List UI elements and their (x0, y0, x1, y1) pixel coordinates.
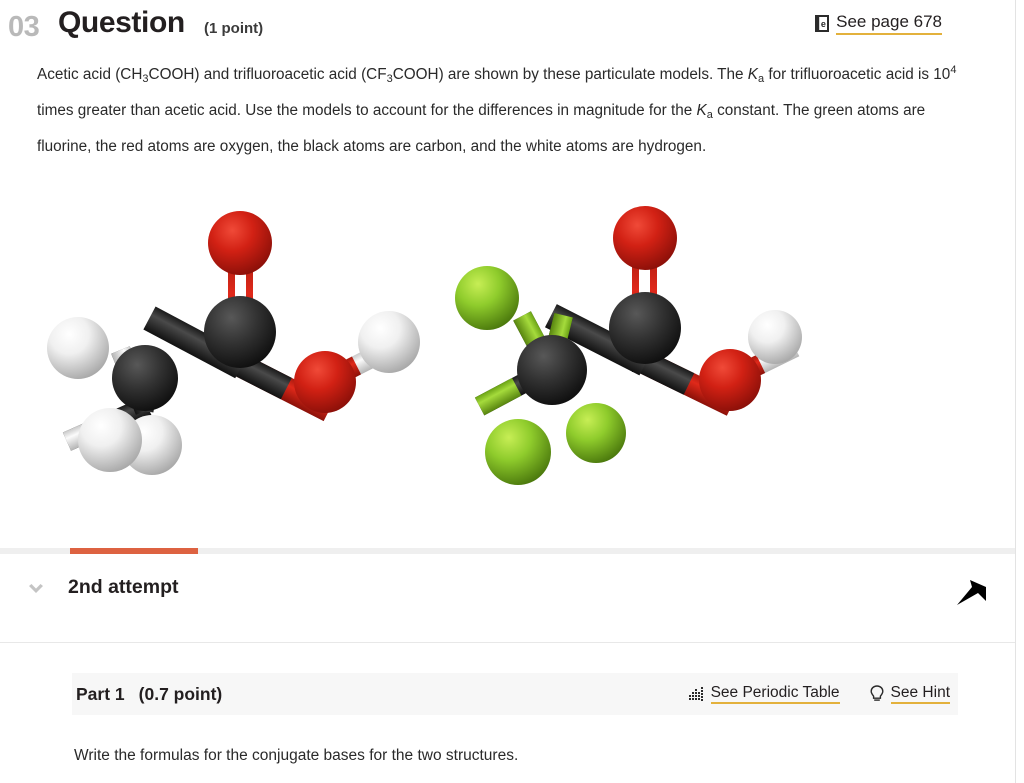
atom-hydrogen (358, 311, 420, 373)
question-text-run-0: Acetic acid (CH (37, 66, 143, 83)
question-text-run-2: COOH) and trifluoroacetic acid (CF (148, 66, 387, 83)
part-header: Part 1 (0.7 point) See Periodic Table Se… (72, 673, 958, 715)
atom-hydrogen (47, 317, 109, 379)
question-text-run-5: K (747, 66, 758, 83)
page-right-border (1015, 0, 1016, 783)
atom-oxygen (699, 349, 761, 411)
atom-fluorine (455, 266, 519, 330)
ebook-icon: e (815, 15, 830, 33)
atom-fluorine (566, 403, 626, 463)
periodic-table-icon (688, 686, 704, 701)
question-points: (1 point) (204, 20, 264, 37)
molecule-acetic-acid (47, 211, 420, 475)
see-periodic-table-button[interactable]: See Periodic Table (688, 684, 840, 705)
atom-carbon (204, 296, 276, 368)
question-text: Acetic acid (CH3COOH) and trifluoroaceti… (37, 55, 967, 162)
question-header: 03 Question (1 point) e See page 678 (8, 6, 1008, 50)
atom-oxygen (613, 206, 677, 270)
particulate-models-figure (0, 190, 1015, 530)
question-text-run-4: COOH) are shown by these particulate mod… (392, 66, 748, 83)
part-title: Part 1 (76, 683, 125, 704)
lightbulb-icon (870, 685, 884, 703)
see-page-link[interactable]: e See page 678 (815, 13, 942, 35)
question-number: 03 (8, 11, 40, 43)
atom-hydrogen (748, 310, 802, 364)
part-prompt: Write the formulas for the conjugate bas… (74, 747, 519, 764)
question-text-run-9: times greater than acetic acid. Use the … (37, 102, 697, 119)
question-text-run-10: K (696, 102, 707, 119)
question-page: 03 Question (1 point) e See page 678 Ace… (0, 0, 1024, 783)
atom-oxygen (294, 351, 356, 413)
page-title: Question (58, 6, 185, 39)
question-text-run-8: 4 (950, 64, 957, 76)
atom-hydrogen (78, 408, 142, 472)
pin-icon[interactable] (954, 574, 990, 608)
atom-fluorine (485, 419, 551, 485)
atom-carbon (517, 335, 587, 405)
svg-text:e: e (821, 20, 826, 30)
chevron-down-icon[interactable] (24, 580, 48, 600)
molecule-trifluoroacetic-acid (455, 206, 802, 485)
part-points: (0.7 point) (138, 683, 223, 704)
atom-oxygen (208, 211, 272, 275)
see-page-label: See page 678 (836, 13, 942, 35)
atom-carbon (112, 345, 178, 411)
attempt-bar: 2nd attempt (0, 554, 1015, 643)
part-actions: See Periodic Table See Hint (688, 684, 958, 705)
see-hint-label: See Hint (890, 684, 950, 705)
atom-carbon (609, 292, 681, 364)
see-periodic-table-label: See Periodic Table (710, 684, 840, 705)
see-hint-button[interactable]: See Hint (870, 684, 950, 705)
attempt-label: 2nd attempt (68, 576, 179, 598)
question-text-run-7: for trifluoroacetic acid is 10 (764, 66, 951, 83)
